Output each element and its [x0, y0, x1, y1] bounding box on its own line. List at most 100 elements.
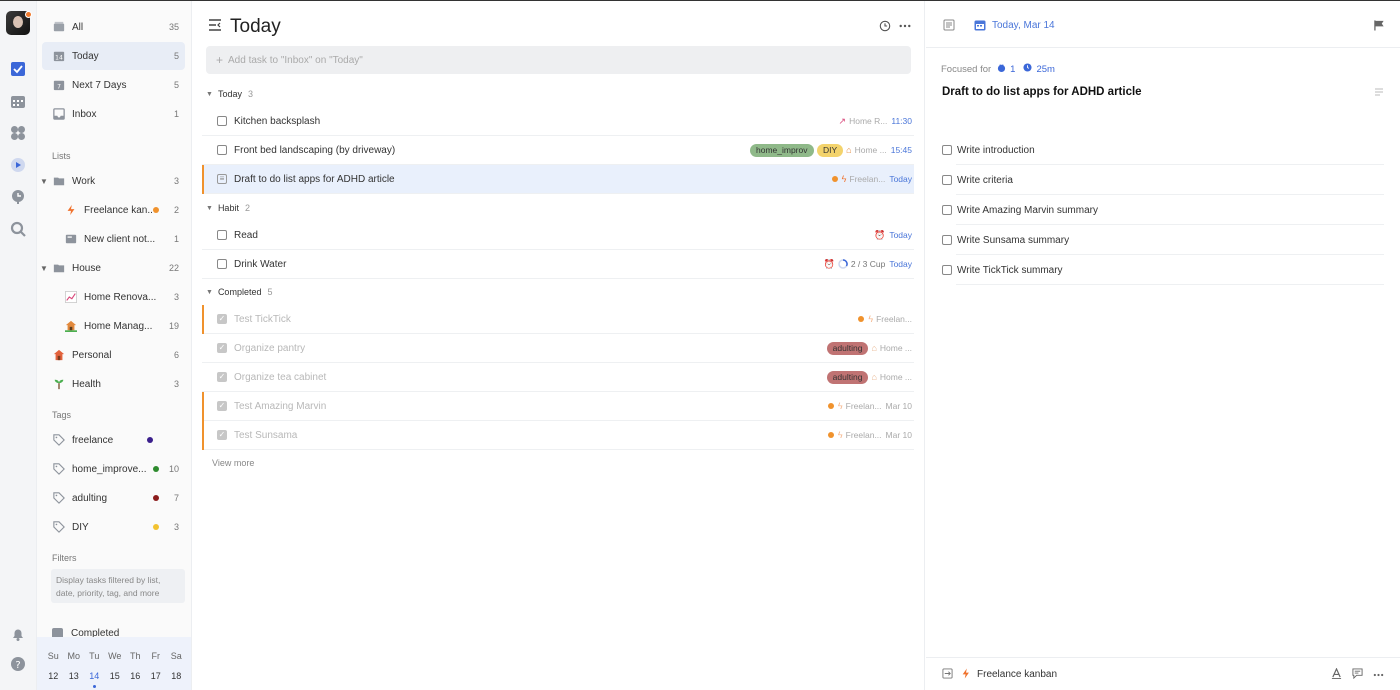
task-checkbox[interactable]	[217, 259, 227, 269]
section-header-habit[interactable]: ▼ Habit 2	[206, 203, 250, 213]
subtask-item[interactable]: Write Sunsama summary	[942, 225, 1384, 255]
matrix-icon[interactable]	[10, 125, 26, 141]
subtask-checkbox[interactable]	[942, 205, 952, 215]
subtask-checkbox[interactable]	[942, 145, 952, 155]
tag-chip[interactable]: DIY	[816, 143, 844, 157]
sidebar-item-house[interactable]: ▼ House 22	[40, 254, 185, 282]
lightning-icon: ϟ	[837, 401, 843, 411]
sidebar-item-all[interactable]: All 35	[42, 13, 185, 41]
search-icon[interactable]	[10, 221, 26, 237]
tag-chip[interactable]: home_improv	[749, 143, 814, 157]
history-icon[interactable]	[878, 19, 892, 33]
completed-task-row[interactable]: Test Sunsama ϟ Freelan... Mar 10	[202, 421, 914, 450]
calendar-date[interactable]: 12	[43, 671, 64, 681]
task-checkbox[interactable]	[217, 145, 227, 155]
sidebar-tag-adulting[interactable]: adulting 7	[42, 484, 185, 512]
collapse-sidebar-icon[interactable]	[208, 19, 222, 34]
calendar-date[interactable]: 15	[105, 671, 126, 681]
subtask-item[interactable]: Write TickTick summary	[942, 255, 1384, 285]
view-more-link[interactable]: View more	[212, 458, 254, 468]
calendar-date[interactable]: 18	[166, 671, 187, 681]
chevron-down-icon[interactable]: ▼	[40, 264, 48, 273]
task-checkbox-checked[interactable]	[217, 430, 227, 440]
sidebar-item-inbox[interactable]: Inbox 1	[42, 100, 185, 128]
chart-up-icon	[64, 290, 78, 304]
task-row-selected[interactable]: Draft to do list apps for ADHD article ϟ…	[202, 165, 914, 194]
subtask-item[interactable]: Write Amazing Marvin summary	[942, 195, 1384, 225]
subtask-item[interactable]: Write criteria	[942, 165, 1384, 195]
task-checkbox[interactable]	[217, 230, 227, 240]
subtask-title: Write Sunsama summary	[957, 234, 1070, 246]
sidebar-item-label: Freelance kan...	[84, 204, 153, 216]
folder-icon	[52, 261, 66, 275]
calendar-date[interactable]: 13	[64, 671, 85, 681]
calendar-icon[interactable]	[10, 93, 26, 109]
completed-task-row[interactable]: Test TickTick ϟ Freelan...	[202, 305, 914, 334]
calendar-date[interactable]: 17	[146, 671, 167, 681]
text-format-icon[interactable]	[1331, 666, 1342, 682]
sidebar-item-home-renovation[interactable]: Home Renova... 3	[42, 283, 185, 311]
task-row[interactable]: Front bed landscaping (by driveway) home…	[202, 136, 914, 165]
list-name[interactable]: Freelance kanban	[977, 669, 1057, 680]
task-meta: ↗ Home R... 11:30	[839, 116, 912, 127]
sidebar-tag-diy[interactable]: DIY 3	[42, 513, 185, 541]
completed-task-row[interactable]: Test Amazing Marvin ϟ Freelan... Mar 10	[202, 392, 914, 421]
sidebar-item-today[interactable]: 14 Today 5	[42, 42, 185, 70]
add-task-input[interactable]: + Add task to "Inbox" on "Today"	[206, 46, 911, 74]
task-checkbox-checked[interactable]	[217, 401, 227, 411]
filters-hint[interactable]: Display tasks filtered by list, date, pr…	[51, 569, 185, 603]
sidebar-item-next-7-days[interactable]: 7 Next 7 Days 5	[42, 71, 185, 99]
sidebar-item-freelance-kanban[interactable]: Freelance kan... 2	[42, 196, 185, 224]
note-toggle-icon[interactable]	[943, 19, 955, 34]
sidebar-item-personal[interactable]: Personal 6	[42, 341, 185, 369]
more-icon[interactable]	[898, 19, 912, 33]
sidebar-item-home-management[interactable]: Home Manag... 19	[42, 312, 185, 340]
task-project: Home R...	[849, 116, 888, 126]
completed-task-row[interactable]: Organize tea cabinet adulting ⌂ Home ...	[202, 363, 914, 392]
bell-icon[interactable]	[10, 626, 26, 642]
task-row[interactable]: Kitchen backsplash ↗ Home R... 11:30	[202, 107, 914, 136]
habit-row[interactable]: Read ⏰ Today	[202, 221, 914, 250]
move-list-icon[interactable]	[942, 667, 953, 682]
tag-chip[interactable]: adulting	[826, 370, 869, 384]
sidebar-item-health[interactable]: Health 3	[42, 370, 185, 398]
subtask-checkbox[interactable]	[942, 265, 952, 275]
subtask-checkbox[interactable]	[942, 235, 952, 245]
task-checkbox-icon[interactable]	[10, 61, 26, 77]
pomodoro-icon[interactable]	[10, 157, 26, 173]
calendar-date[interactable]: 16	[125, 671, 146, 681]
sidebar-tag-freelance[interactable]: freelance	[42, 426, 185, 454]
habit-icon[interactable]	[10, 189, 26, 205]
habit-row[interactable]: Drink Water ⏰ 2 / 3 Cup Today	[202, 250, 914, 279]
chevron-down-icon[interactable]: ▼	[40, 177, 48, 186]
note-task-icon[interactable]	[217, 174, 227, 184]
tag-chip[interactable]: adulting	[826, 341, 869, 355]
list-format-icon[interactable]	[1374, 87, 1384, 100]
section-header-completed[interactable]: ▼ Completed 5	[206, 287, 272, 297]
section-header-today[interactable]: ▼ Today 3	[206, 89, 253, 99]
task-project: Home ...	[854, 145, 887, 155]
comment-icon[interactable]	[1352, 667, 1363, 682]
tag-color-dot	[147, 437, 153, 443]
task-checkbox[interactable]	[217, 116, 227, 126]
due-date-button[interactable]: Today, Mar 14	[974, 19, 1055, 31]
weekday-label: Su	[47, 651, 59, 661]
task-detail-title[interactable]: Draft to do list apps for ADHD article	[942, 86, 1142, 98]
sidebar-tag-home-improvement[interactable]: home_improve... 10	[42, 455, 185, 483]
subtask-checkbox[interactable]	[942, 175, 952, 185]
task-checkbox-checked[interactable]	[217, 372, 227, 382]
flag-icon[interactable]	[1374, 19, 1385, 34]
sidebar-item-new-client-notes[interactable]: New client not... 1	[42, 225, 185, 253]
sidebar-item-count: 5	[173, 51, 179, 61]
calendar-date-today[interactable]: 14	[84, 666, 105, 688]
tags-heading: Tags	[52, 410, 72, 420]
task-checkbox-checked[interactable]	[217, 343, 227, 353]
tomato-icon	[997, 63, 1006, 75]
subtask-item[interactable]: Write introduction	[942, 135, 1384, 165]
completed-task-row[interactable]: Organize pantry adulting ⌂ Home ...	[202, 334, 914, 363]
sidebar-item-work[interactable]: ▼ Work 3	[40, 167, 185, 195]
task-checkbox-checked[interactable]	[217, 314, 227, 324]
help-icon[interactable]: ?	[10, 656, 26, 672]
more-icon[interactable]	[1373, 669, 1384, 680]
task-meta: ϟ Freelan... Mar 10	[827, 401, 912, 411]
